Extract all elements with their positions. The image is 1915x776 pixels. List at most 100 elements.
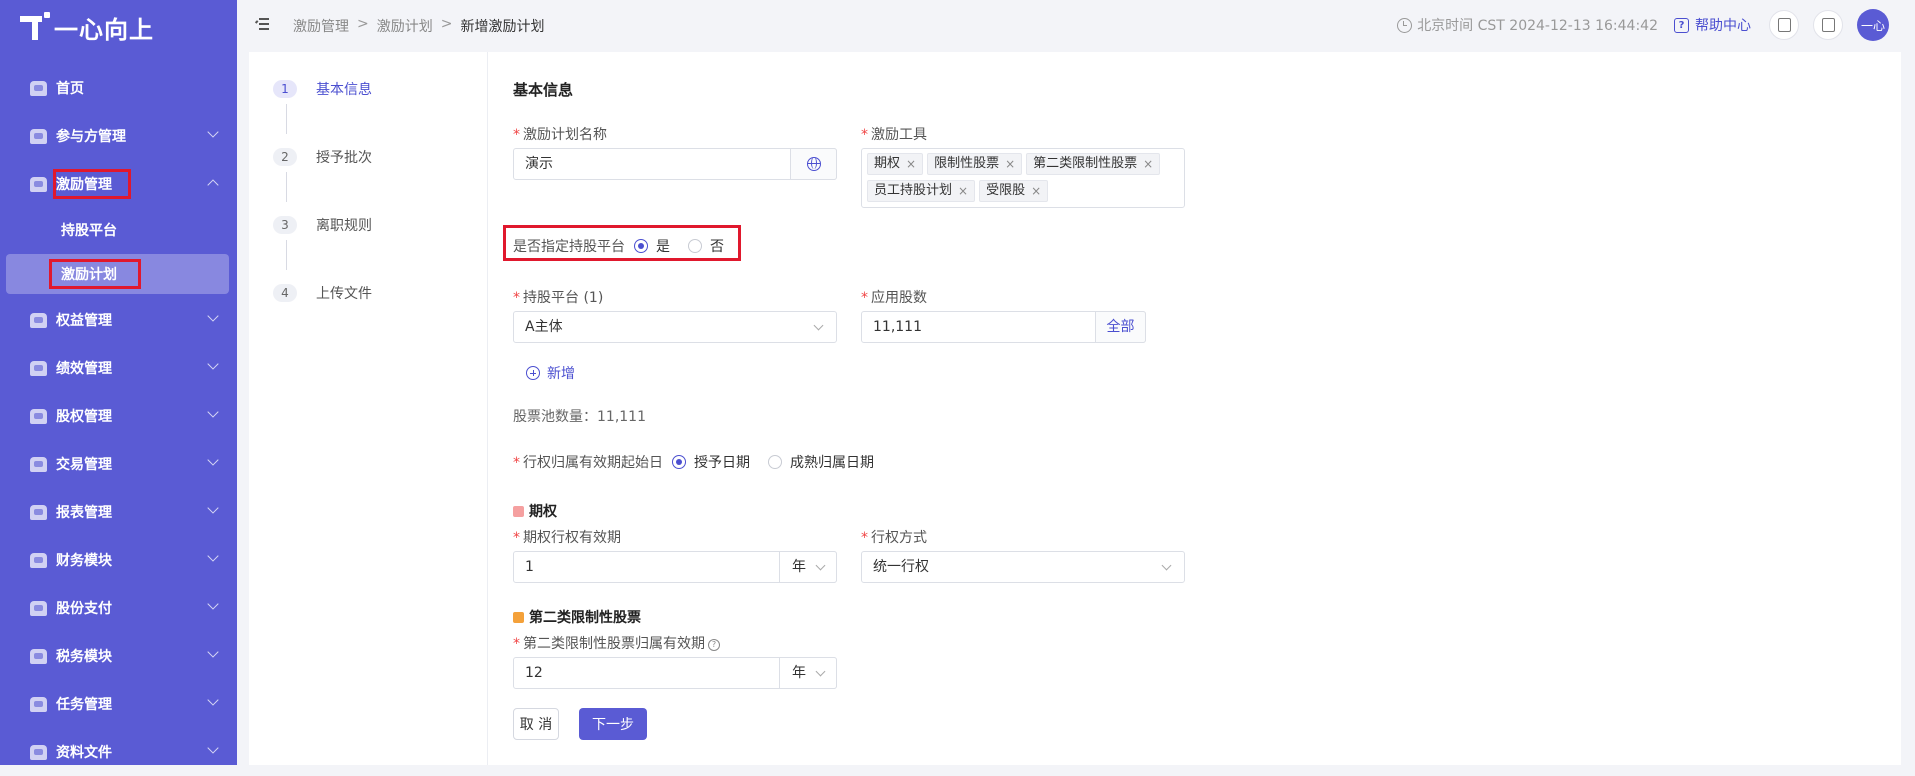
- chevron-down-icon: [207, 694, 219, 706]
- chevron-down-icon: [207, 742, 219, 754]
- tool-tag: 受限股 ×: [979, 180, 1049, 202]
- next-step-button[interactable]: 下一步: [579, 708, 647, 740]
- brand-logo[interactable]: 一心向上: [20, 10, 154, 44]
- step-leave-rules[interactable]: 3 离职规则: [273, 215, 372, 235]
- finance-icon: [30, 552, 47, 568]
- breadcrumb-separator-icon: >: [357, 16, 369, 32]
- platform-switch-no[interactable]: 否: [688, 236, 724, 256]
- shares-input[interactable]: 11,111 全部: [861, 311, 1146, 343]
- translate-button[interactable]: [790, 148, 837, 180]
- plus-circle-icon: [526, 366, 540, 380]
- tool-tag: 员工持股计划 ×: [867, 180, 976, 202]
- task-icon: [30, 696, 47, 712]
- close-icon[interactable]: ×: [1031, 180, 1041, 202]
- step-upload-files[interactable]: 4 上传文件: [273, 283, 372, 303]
- breadcrumb-current: 新增激励计划: [460, 19, 545, 35]
- close-icon[interactable]: ×: [1143, 153, 1153, 175]
- sidebar-item-shares[interactable]: 股权管理: [0, 392, 237, 440]
- sidebar-item-files[interactable]: 资料文件: [0, 728, 237, 776]
- sidebar-item-trade[interactable]: 交易管理: [0, 440, 237, 488]
- vest-start-field: * 行权归属有效期起始日 授予日期 成熟归属日期: [513, 452, 874, 472]
- chevron-down-icon: [813, 320, 824, 331]
- platform-label: * 持股平台 (1): [513, 290, 604, 306]
- section-title: 基本信息: [513, 81, 574, 99]
- sidebar-item-payment[interactable]: 股份支付: [0, 584, 237, 632]
- all-shares-button[interactable]: 全部: [1095, 311, 1146, 343]
- steps-panel: 1 基本信息 2 授予批次 3 离职规则 4 上传文件: [249, 52, 488, 765]
- sidebar-subitem-incentive-plan[interactable]: 激励计划: [6, 254, 229, 294]
- breadcrumb-item[interactable]: 激励管理: [293, 16, 349, 36]
- option-period-input[interactable]: 1 年: [513, 551, 837, 583]
- step-grant-batch[interactable]: 2 授予批次: [273, 147, 372, 167]
- chevron-down-icon: [207, 502, 219, 514]
- top-header: 激励管理 > 激励计划 > 新增激励计划 北京时间 CST 2024-12-13…: [237, 0, 1915, 52]
- sidebar-item-label: 财务模块: [56, 553, 112, 569]
- sidebar-item-task[interactable]: 任务管理: [0, 680, 237, 728]
- help-center-link[interactable]: ? 帮助中心: [1674, 15, 1751, 35]
- platform-switch: 是否指定持股平台 是 否: [513, 236, 724, 256]
- sidebar-item-equity[interactable]: 权益管理: [0, 296, 237, 344]
- rs2-period-input[interactable]: 12 年: [513, 657, 837, 689]
- sidebar-item-incentive[interactable]: 激励管理: [0, 160, 237, 208]
- equity-icon: [30, 312, 47, 328]
- breadcrumb: 激励管理 > 激励计划 > 新增激励计划: [293, 16, 544, 36]
- sidebar-item-report[interactable]: 报表管理: [0, 488, 237, 536]
- brand-name: 一心向上: [54, 15, 154, 44]
- step-basic-info[interactable]: 1 基本信息: [273, 79, 372, 99]
- vest-start-mature-date[interactable]: 成熟归属日期: [768, 452, 874, 472]
- sidebar-item-label: 交易管理: [56, 457, 112, 473]
- chevron-up-icon: [207, 179, 219, 191]
- breadcrumb-item[interactable]: 激励计划: [377, 16, 433, 36]
- step-label: 授予批次: [316, 150, 372, 166]
- sidebar-item-label: 权益管理: [56, 313, 112, 329]
- tools-select[interactable]: 期权 × 限制性股票 × 第二类限制性股票 × 员工持股计划 × 受限股 ×: [861, 148, 1185, 208]
- breadcrumb-separator-icon: >: [440, 16, 453, 32]
- notification-button[interactable]: [1769, 10, 1799, 40]
- sidebar-subitem-holding-platform[interactable]: 持股平台: [0, 208, 237, 252]
- globe-icon: [806, 157, 821, 171]
- sidebar-item-participants[interactable]: 参与方管理: [0, 112, 237, 160]
- chevron-down-icon: [207, 126, 219, 138]
- option-period-unit-select[interactable]: 年: [779, 551, 837, 583]
- clock-icon: [1397, 17, 1413, 33]
- highlight-box: [53, 169, 131, 199]
- radio-unchecked-icon: [768, 455, 782, 469]
- step-number: 2: [273, 148, 297, 166]
- rs2-period-unit-select[interactable]: 年: [779, 657, 837, 689]
- file-icon: [30, 744, 47, 760]
- home-icon: [30, 80, 47, 96]
- add-platform-button[interactable]: 新增: [526, 363, 575, 383]
- vest-start-label: * 行权归属有效期起始日: [513, 455, 663, 471]
- sidebar-item-home[interactable]: 首页: [0, 64, 237, 112]
- server-time: 北京时间 CST 2024-12-13 16:44:42: [1417, 18, 1658, 34]
- highlight-box: [49, 259, 141, 289]
- close-icon[interactable]: ×: [906, 153, 916, 175]
- step-connector: [286, 240, 287, 270]
- sidebar-item-performance[interactable]: 绩效管理: [0, 344, 237, 392]
- shares-label: * 应用股数: [861, 290, 927, 306]
- chevron-down-icon: [815, 560, 826, 571]
- sidebar-item-finance[interactable]: 财务模块: [0, 536, 237, 584]
- step-connector: [286, 172, 287, 202]
- close-icon[interactable]: ×: [958, 180, 968, 202]
- option-section-title: 期权: [513, 501, 557, 521]
- plan-name-input[interactable]: 演示: [513, 148, 837, 180]
- platform-select[interactable]: A主体: [513, 311, 837, 343]
- collapse-menu-icon[interactable]: [254, 18, 269, 30]
- rs2-section-title: 第二类限制性股票: [513, 607, 641, 627]
- chevron-down-icon: [207, 406, 219, 418]
- sidebar-item-label: 持股平台: [61, 223, 117, 239]
- chevron-down-icon: [207, 550, 219, 562]
- fullscreen-button[interactable]: [1813, 10, 1843, 40]
- platform-switch-yes[interactable]: 是: [634, 236, 670, 256]
- sidebar-item-tax[interactable]: 税务模块: [0, 632, 237, 680]
- plan-name-label: * 激励计划名称: [513, 127, 607, 143]
- exercise-method-select[interactable]: 统一行权: [861, 551, 1185, 583]
- info-icon[interactable]: ?: [708, 639, 720, 651]
- cancel-button[interactable]: 取 消: [513, 708, 559, 740]
- stock-pool-count: 股票池数量：11,111: [513, 409, 646, 425]
- avatar[interactable]: 一心: [1857, 9, 1889, 41]
- vest-start-grant-date[interactable]: 授予日期: [672, 452, 750, 472]
- close-icon[interactable]: ×: [1005, 153, 1015, 175]
- sidebar-item-label: 绩效管理: [56, 361, 112, 377]
